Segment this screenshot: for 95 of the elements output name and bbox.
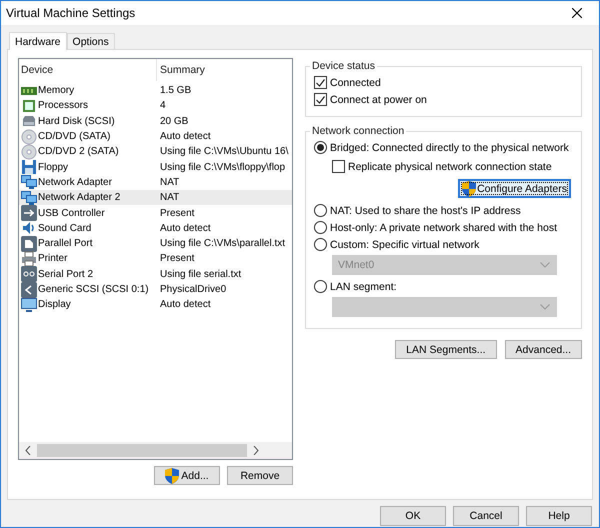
- device-row[interactable]: USB Controller Present: [19, 205, 292, 221]
- chevron-down-icon: [540, 262, 550, 268]
- device-row[interactable]: Sound Card Auto detect: [19, 220, 292, 236]
- device-summary: NAT: [159, 192, 180, 204]
- device-row[interactable]: CD/DVD 2 (SATA) Using file C:\VMs\Ubuntu 16\: [19, 144, 292, 160]
- device-name: Memory: [38, 85, 74, 96]
- port-icon: [21, 266, 37, 282]
- printer-icon: [21, 250, 37, 267]
- monitors-icon: [21, 190, 37, 206]
- device-row[interactable]: Processors 4: [19, 98, 292, 114]
- radio-label: Bridged: Connected directly to the physical network: [330, 142, 569, 154]
- device-name: Serial Port 2: [38, 268, 94, 280]
- device-summary: Using file C:\VMs\Ubuntu 16\: [159, 146, 288, 158]
- remove-button[interactable]: Remove: [227, 466, 293, 485]
- tab[interactable]: Hardware: [9, 32, 67, 50]
- button[interactable]: LAN Segments...: [395, 340, 497, 359]
- radio-button[interactable]: [314, 221, 327, 234]
- device-row[interactable]: Network Adapter 2 NAT: [19, 190, 292, 206]
- device-row[interactable]: Hard Disk (SCSI) 20 GB: [19, 114, 292, 129]
- device-row[interactable]: Parallel Port Using file C:\VMs\parallel.txt: [19, 236, 292, 252]
- device-name: CD/DVD (SATA): [38, 131, 110, 142]
- shield-icon: [462, 180, 476, 196]
- button[interactable]: Help: [526, 506, 592, 526]
- device-summary: 20 GB: [159, 116, 188, 127]
- usb-icon: [21, 205, 37, 222]
- checkbox[interactable]: [314, 93, 327, 106]
- floppy-icon: [21, 159, 37, 176]
- column-header[interactable]: Summary: [157, 59, 205, 81]
- device-name: Network Adapter: [38, 176, 112, 188]
- radio-button[interactable]: [314, 280, 327, 293]
- device-summary: 1.5 GB: [159, 85, 192, 96]
- radio-button[interactable]: [314, 141, 327, 154]
- device-row[interactable]: Printer Present: [19, 251, 292, 267]
- device-summary: 4: [159, 100, 166, 112]
- device-row[interactable]: Generic SCSI (SCSI 0:1) PhysicalDrive0: [19, 282, 292, 298]
- device-name: USB Controller: [38, 208, 105, 219]
- device-summary: Using file C:\VMs\parallel.txt: [159, 238, 286, 250]
- chip-icon: [21, 98, 37, 114]
- checkbox-label: Connected: [330, 76, 381, 88]
- device-summary: Using file C:\VMs\floppy\flop: [159, 162, 286, 173]
- device-summary: NAT: [159, 176, 180, 188]
- window-title: Virtual Machine Settings: [6, 6, 136, 20]
- device-row[interactable]: Display Auto detect: [19, 297, 292, 312]
- device-summary: Auto detect: [159, 131, 211, 142]
- disc-icon: [21, 128, 37, 145]
- checkbox[interactable]: [314, 76, 327, 89]
- device-summary: Present: [159, 208, 194, 219]
- column-header[interactable]: Device: [19, 59, 157, 81]
- device-summary: PhysicalDrive0: [159, 284, 226, 295]
- device-row[interactable]: Memory 1.5 GB: [19, 83, 292, 98]
- tab[interactable]: Options: [66, 33, 115, 49]
- checkbox-label: Connect at power on: [330, 94, 427, 106]
- radio-label: Custom: Specific virtual network: [330, 238, 480, 250]
- radio-label: LAN segment:: [330, 280, 397, 292]
- device-name: Display: [38, 299, 71, 310]
- chevron-down-icon: [540, 304, 550, 310]
- radio-button[interactable]: [314, 238, 327, 251]
- device-name: Generic SCSI (SCSI 0:1): [38, 284, 149, 296]
- device-name: Sound Card: [38, 222, 92, 234]
- close-icon: [572, 8, 582, 18]
- device-name: Hard Disk (SCSI): [38, 116, 115, 127]
- checkbox-label: Replicate physical network connection state: [348, 160, 552, 172]
- device-summary: Present: [159, 253, 194, 264]
- scrollbar-thumb[interactable]: [37, 444, 247, 457]
- radio-label: NAT: Used to share the host's IP address: [330, 204, 521, 216]
- device-name: CD/DVD 2 (SATA): [38, 146, 119, 158]
- radio-label: Host-only: A private network shared with the host: [330, 222, 558, 234]
- device-name: Parallel Port: [38, 238, 92, 250]
- device-name: Floppy: [38, 162, 68, 173]
- port-icon: [21, 236, 37, 252]
- group-title: Network connection: [311, 125, 406, 137]
- group-title: Device status: [311, 60, 376, 72]
- device-row[interactable]: CD/DVD (SATA) Auto detect: [19, 128, 292, 144]
- device-row[interactable]: Serial Port 2 Using file serial.txt: [19, 266, 292, 282]
- scrollbar[interactable]: [19, 442, 292, 459]
- monitors-icon: [21, 174, 37, 190]
- port-icon: [21, 282, 37, 298]
- device-summary: Auto detect: [159, 299, 211, 310]
- device-summary: Auto detect: [159, 222, 211, 234]
- device-row[interactable]: Floppy Using file C:\VMs\floppy\flop: [19, 159, 292, 175]
- monitor-icon: [21, 296, 37, 313]
- shield-icon: [165, 468, 180, 484]
- add-button[interactable]: Add...: [154, 466, 220, 485]
- device-summary: Using file serial.txt: [159, 268, 242, 280]
- radio-button[interactable]: [314, 204, 327, 217]
- button[interactable]: OK: [380, 506, 446, 526]
- device-row[interactable]: Network Adapter NAT: [19, 174, 292, 190]
- device-name: Printer: [38, 253, 68, 264]
- button[interactable]: Cancel: [453, 506, 519, 526]
- device-name: Processors: [38, 100, 88, 112]
- button[interactable]: Advanced...: [504, 340, 582, 359]
- disc-icon: [21, 144, 37, 160]
- device-name: Network Adapter 2: [38, 192, 120, 204]
- checkbox[interactable]: [332, 160, 345, 173]
- configure-adapters-button[interactable]: Configure Adapters: [458, 179, 571, 198]
